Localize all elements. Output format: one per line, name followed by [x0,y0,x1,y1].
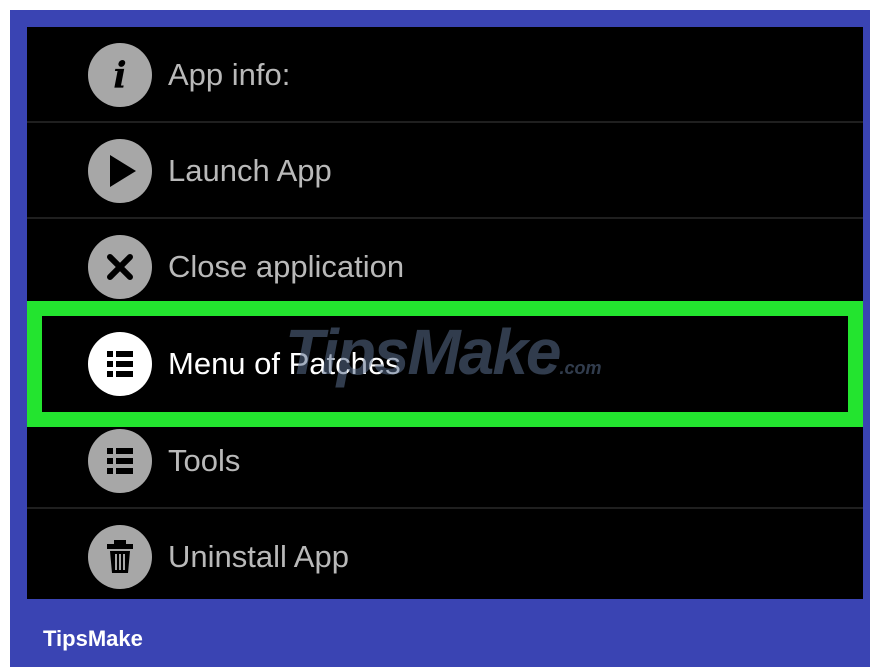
menu-item-label: Tools [168,443,241,478]
menu-item-uninstall-app[interactable]: Uninstall App [27,509,863,605]
close-icon [88,235,152,299]
brand-caption: TipsMake [43,626,143,651]
menu-item-label: Menu of Patches [168,346,401,381]
menu-item-menu-of-patches[interactable]: Menu of Patches [27,301,863,427]
list-icon [88,332,152,396]
svg-text:i: i [113,55,127,97]
menu-item-launch-app[interactable]: Launch App [27,123,863,219]
menu-item-label: Launch App [168,153,332,188]
list-icon [88,429,152,493]
info-icon: i [88,43,152,107]
menu-item-label: Uninstall App [168,539,349,574]
menu-item-tools[interactable]: Tools [27,413,863,509]
menu-item-label: App info: [168,57,291,92]
menu-item-app-info[interactable]: i App info: [27,27,863,123]
trash-icon [88,525,152,589]
app-context-menu: i App info: Launch App Close application [27,27,863,599]
image-frame: i App info: Launch App Close application [10,10,870,667]
play-icon [88,139,152,203]
